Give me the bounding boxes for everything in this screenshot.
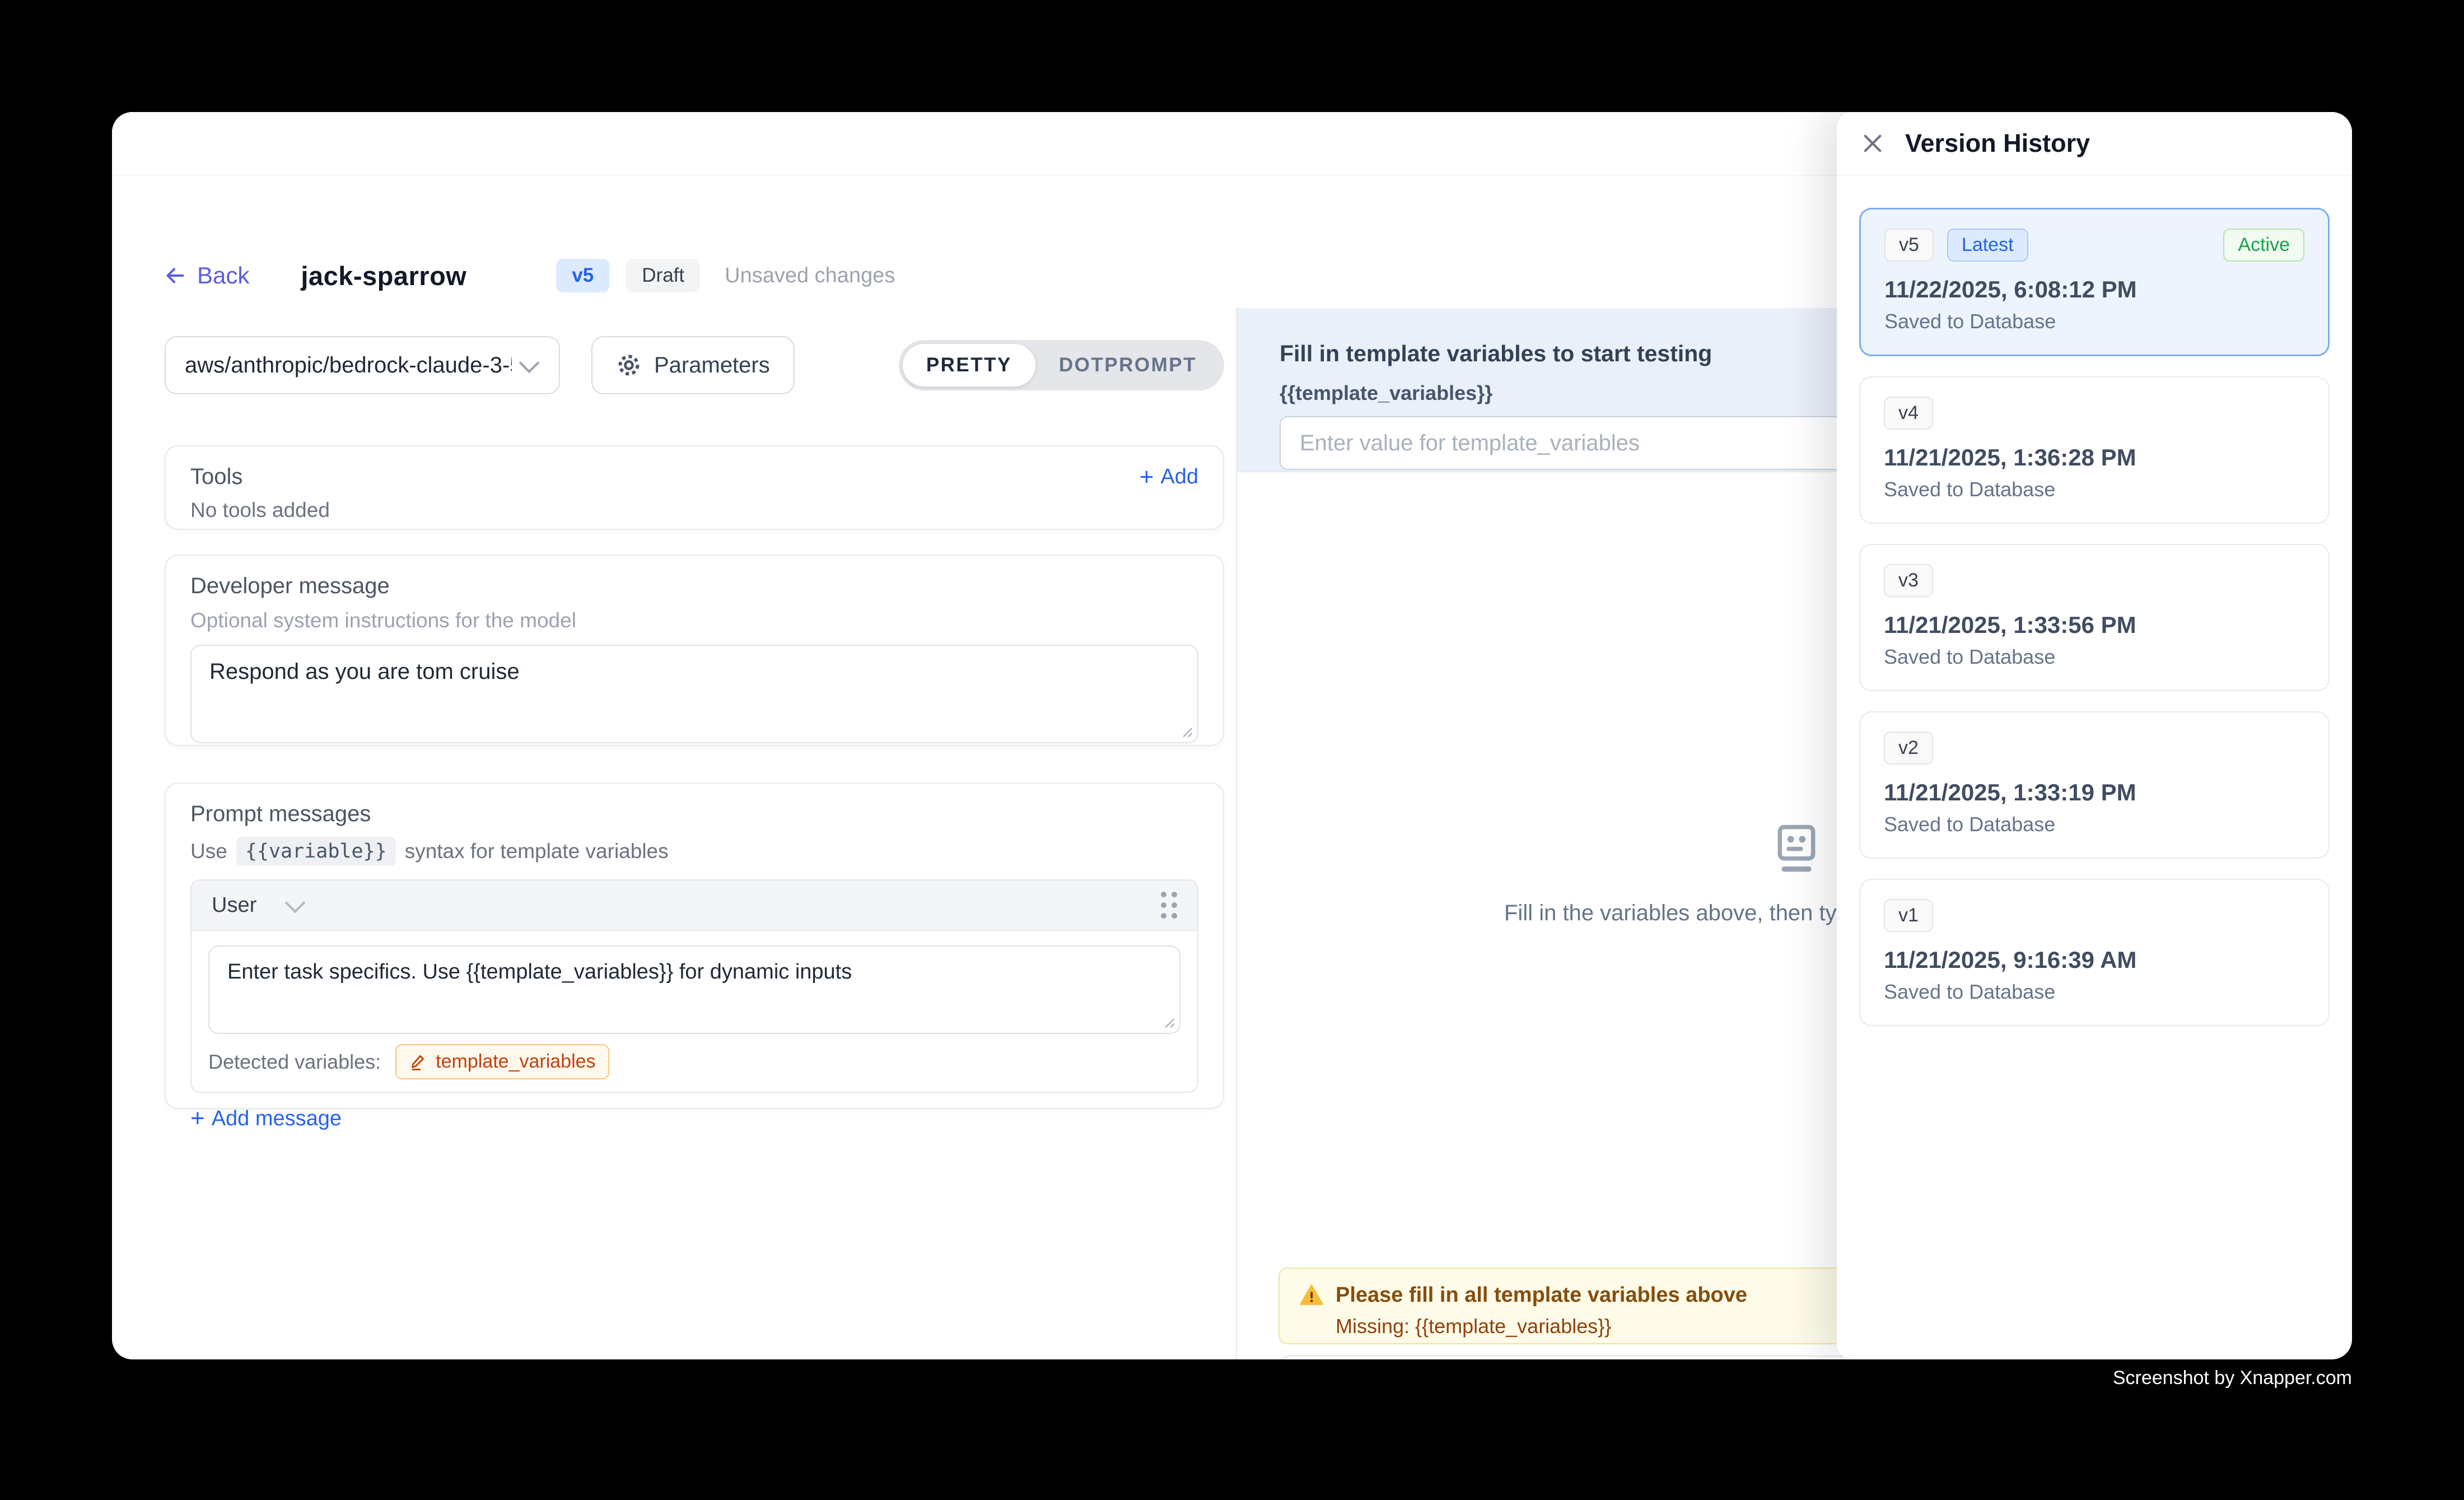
- developer-message-input[interactable]: Respond as you are tom cruise: [192, 646, 1197, 742]
- no-tools-text: No tools added: [190, 499, 1198, 522]
- prompt-messages-card: Prompt messages Use {{variable}} syntax …: [165, 782, 1224, 1109]
- prompt-header: Back jack-sparrow v5 Draft Unsaved chang…: [162, 253, 895, 298]
- version-timestamp: 11/22/2025, 6:08:12 PM: [1884, 276, 2304, 303]
- tools-title: Tools: [190, 464, 242, 490]
- version-history-panel: Version History v5 Latest Active 11/22/2…: [1837, 112, 2352, 1359]
- prompt-messages-title: Prompt messages: [190, 802, 1198, 827]
- version-status: Saved to Database: [1884, 980, 2305, 1004]
- toggle-dotprompt[interactable]: DOTPROMPT: [1035, 344, 1220, 386]
- version-badge: v5: [556, 259, 609, 292]
- version-history-title: Version History: [1905, 129, 2090, 158]
- chevron-down-icon: [519, 353, 540, 374]
- add-tool-button[interactable]: + Add: [1140, 465, 1198, 490]
- parameters-button[interactable]: Parameters: [591, 336, 795, 394]
- version-number-badge: v1: [1884, 899, 1933, 932]
- message-input[interactable]: Enter task specifics. Use {{template_var…: [209, 947, 1179, 1033]
- resize-handle-icon[interactable]: [1159, 1013, 1176, 1029]
- warning-title: Please fill in all template variables ab…: [1336, 1283, 1747, 1307]
- version-timestamp: 11/21/2025, 1:33:19 PM: [1884, 779, 2305, 806]
- version-number-badge: v4: [1884, 397, 1933, 430]
- developer-message-body: Developer message Optional system instru…: [166, 556, 1223, 761]
- active-badge: Active: [2223, 229, 2304, 262]
- version-card-v5[interactable]: v5 Latest Active 11/22/2025, 6:08:12 PM …: [1859, 208, 2330, 356]
- version-number-badge: v3: [1884, 564, 1933, 597]
- role-select-value[interactable]: User: [212, 893, 256, 917]
- developer-message-subtitle: Optional system instructions for the mod…: [190, 609, 1198, 632]
- message-textarea-wrap: Enter task specifics. Use {{template_var…: [208, 945, 1180, 1034]
- warning-triangle-icon: [1299, 1282, 1324, 1308]
- chevron-down-icon[interactable]: [285, 893, 306, 914]
- plus-icon: +: [1140, 465, 1154, 490]
- tools-card-body: Tools + Add No tools added: [166, 446, 1223, 540]
- draft-status-badge: Draft: [626, 259, 700, 292]
- screenshot-stage: Back jack-sparrow v5 Draft Unsaved chang…: [0, 0, 2464, 1500]
- developer-message-textarea-wrap: Respond as you are tom cruise: [190, 645, 1198, 743]
- version-card-v4[interactable]: v4 11/21/2025, 1:36:28 PM Saved to Datab…: [1859, 376, 2330, 524]
- variable-chip-label: template_variables: [436, 1051, 595, 1073]
- format-toggle: PRETTY DOTPROMPT: [899, 340, 1224, 390]
- page-title: jack-sparrow: [301, 260, 466, 291]
- message-block: User Enter task specifics. Use {{templat…: [190, 879, 1198, 1093]
- close-icon[interactable]: [1859, 130, 1886, 157]
- detected-variables-label: Detected variables:: [208, 1050, 381, 1074]
- message-role-header: User: [192, 881, 1197, 931]
- arrow-left-icon: [162, 263, 188, 288]
- developer-message-card: Developer message Optional system instru…: [165, 555, 1224, 746]
- version-timestamp: 11/21/2025, 1:36:28 PM: [1884, 444, 2305, 471]
- tools-card: Tools + Add No tools added: [165, 445, 1224, 530]
- version-history-header: Version History: [1837, 112, 2352, 175]
- resize-handle-icon[interactable]: [1177, 722, 1194, 739]
- variable-chip[interactable]: template_variables: [395, 1044, 609, 1079]
- latest-badge: Latest: [1947, 229, 2028, 262]
- message-body: Enter task specifics. Use {{template_var…: [192, 931, 1197, 1034]
- hint-suffix: syntax for template variables: [405, 840, 669, 863]
- version-timestamp: 11/21/2025, 1:33:56 PM: [1884, 612, 2305, 639]
- back-label: Back: [197, 262, 249, 289]
- back-button[interactable]: Back: [162, 262, 249, 289]
- version-status: Saved to Database: [1884, 813, 2305, 836]
- editor-toolbar: aws/anthropic/bedrock-claude-3-5-s... Pa…: [165, 336, 1224, 394]
- version-number-badge: v5: [1884, 229, 1934, 262]
- detected-variables-row: Detected variables: template_variables: [192, 1034, 1197, 1092]
- robot-icon: [1768, 819, 1824, 877]
- version-number-badge: v2: [1884, 732, 1933, 765]
- version-list: v5 Latest Active 11/22/2025, 6:08:12 PM …: [1837, 175, 2352, 1026]
- empty-state-text: Fill in the variables above, then typ: [1504, 901, 1849, 926]
- developer-message-title: Developer message: [190, 574, 1198, 599]
- model-select[interactable]: aws/anthropic/bedrock-claude-3-5-s...: [165, 336, 560, 394]
- gear-icon: [616, 352, 642, 378]
- version-card-v2[interactable]: v2 11/21/2025, 1:33:19 PM Saved to Datab…: [1859, 711, 2330, 859]
- add-message-button[interactable]: + Add message: [190, 1106, 342, 1131]
- version-timestamp: 11/21/2025, 9:16:39 AM: [1884, 947, 2305, 973]
- unsaved-changes-label: Unsaved changes: [725, 264, 895, 288]
- version-status: Saved to Database: [1884, 645, 2305, 669]
- variable-syntax-hint: Use {{variable}} syntax for template var…: [190, 837, 1198, 866]
- model-select-value: aws/anthropic/bedrock-claude-3-5-s...: [185, 353, 512, 378]
- hint-prefix: Use: [190, 840, 227, 863]
- version-status: Saved to Database: [1884, 310, 2304, 333]
- prompt-messages-body: Prompt messages Use {{variable}} syntax …: [166, 784, 1223, 1149]
- pencil-icon: [409, 1052, 428, 1072]
- version-card-v3[interactable]: v3 11/21/2025, 1:33:56 PM Saved to Datab…: [1859, 544, 2330, 691]
- xnapper-watermark: Screenshot by Xnapper.com: [2113, 1367, 2352, 1389]
- add-message-label: Add message: [212, 1107, 342, 1131]
- version-card-v1[interactable]: v1 11/21/2025, 9:16:39 AM Saved to Datab…: [1859, 879, 2330, 1026]
- drag-handle-icon[interactable]: [1161, 892, 1177, 919]
- variable-code-chip: {{variable}}: [236, 837, 396, 866]
- toggle-pretty[interactable]: PRETTY: [903, 344, 1035, 386]
- plus-icon: +: [190, 1106, 205, 1131]
- parameters-label: Parameters: [654, 353, 770, 378]
- version-status: Saved to Database: [1884, 478, 2305, 501]
- add-tool-label: Add: [1160, 465, 1198, 489]
- app-window: Back jack-sparrow v5 Draft Unsaved chang…: [112, 112, 2352, 1359]
